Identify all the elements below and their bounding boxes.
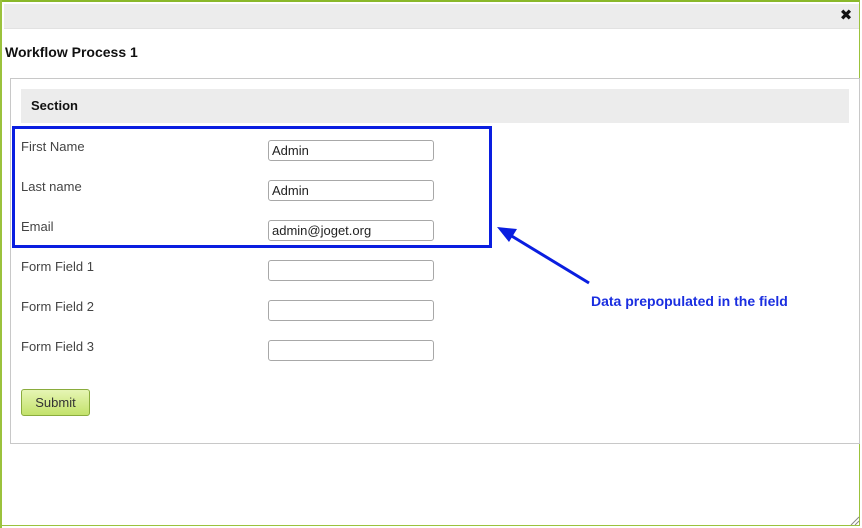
arrow-shaft xyxy=(509,233,590,285)
arrow-head xyxy=(497,227,517,242)
annotation-arrow-icon xyxy=(497,227,590,285)
annotation-text: Data prepopulated in the field xyxy=(591,293,788,309)
resize-grip-icon[interactable] xyxy=(850,516,860,526)
